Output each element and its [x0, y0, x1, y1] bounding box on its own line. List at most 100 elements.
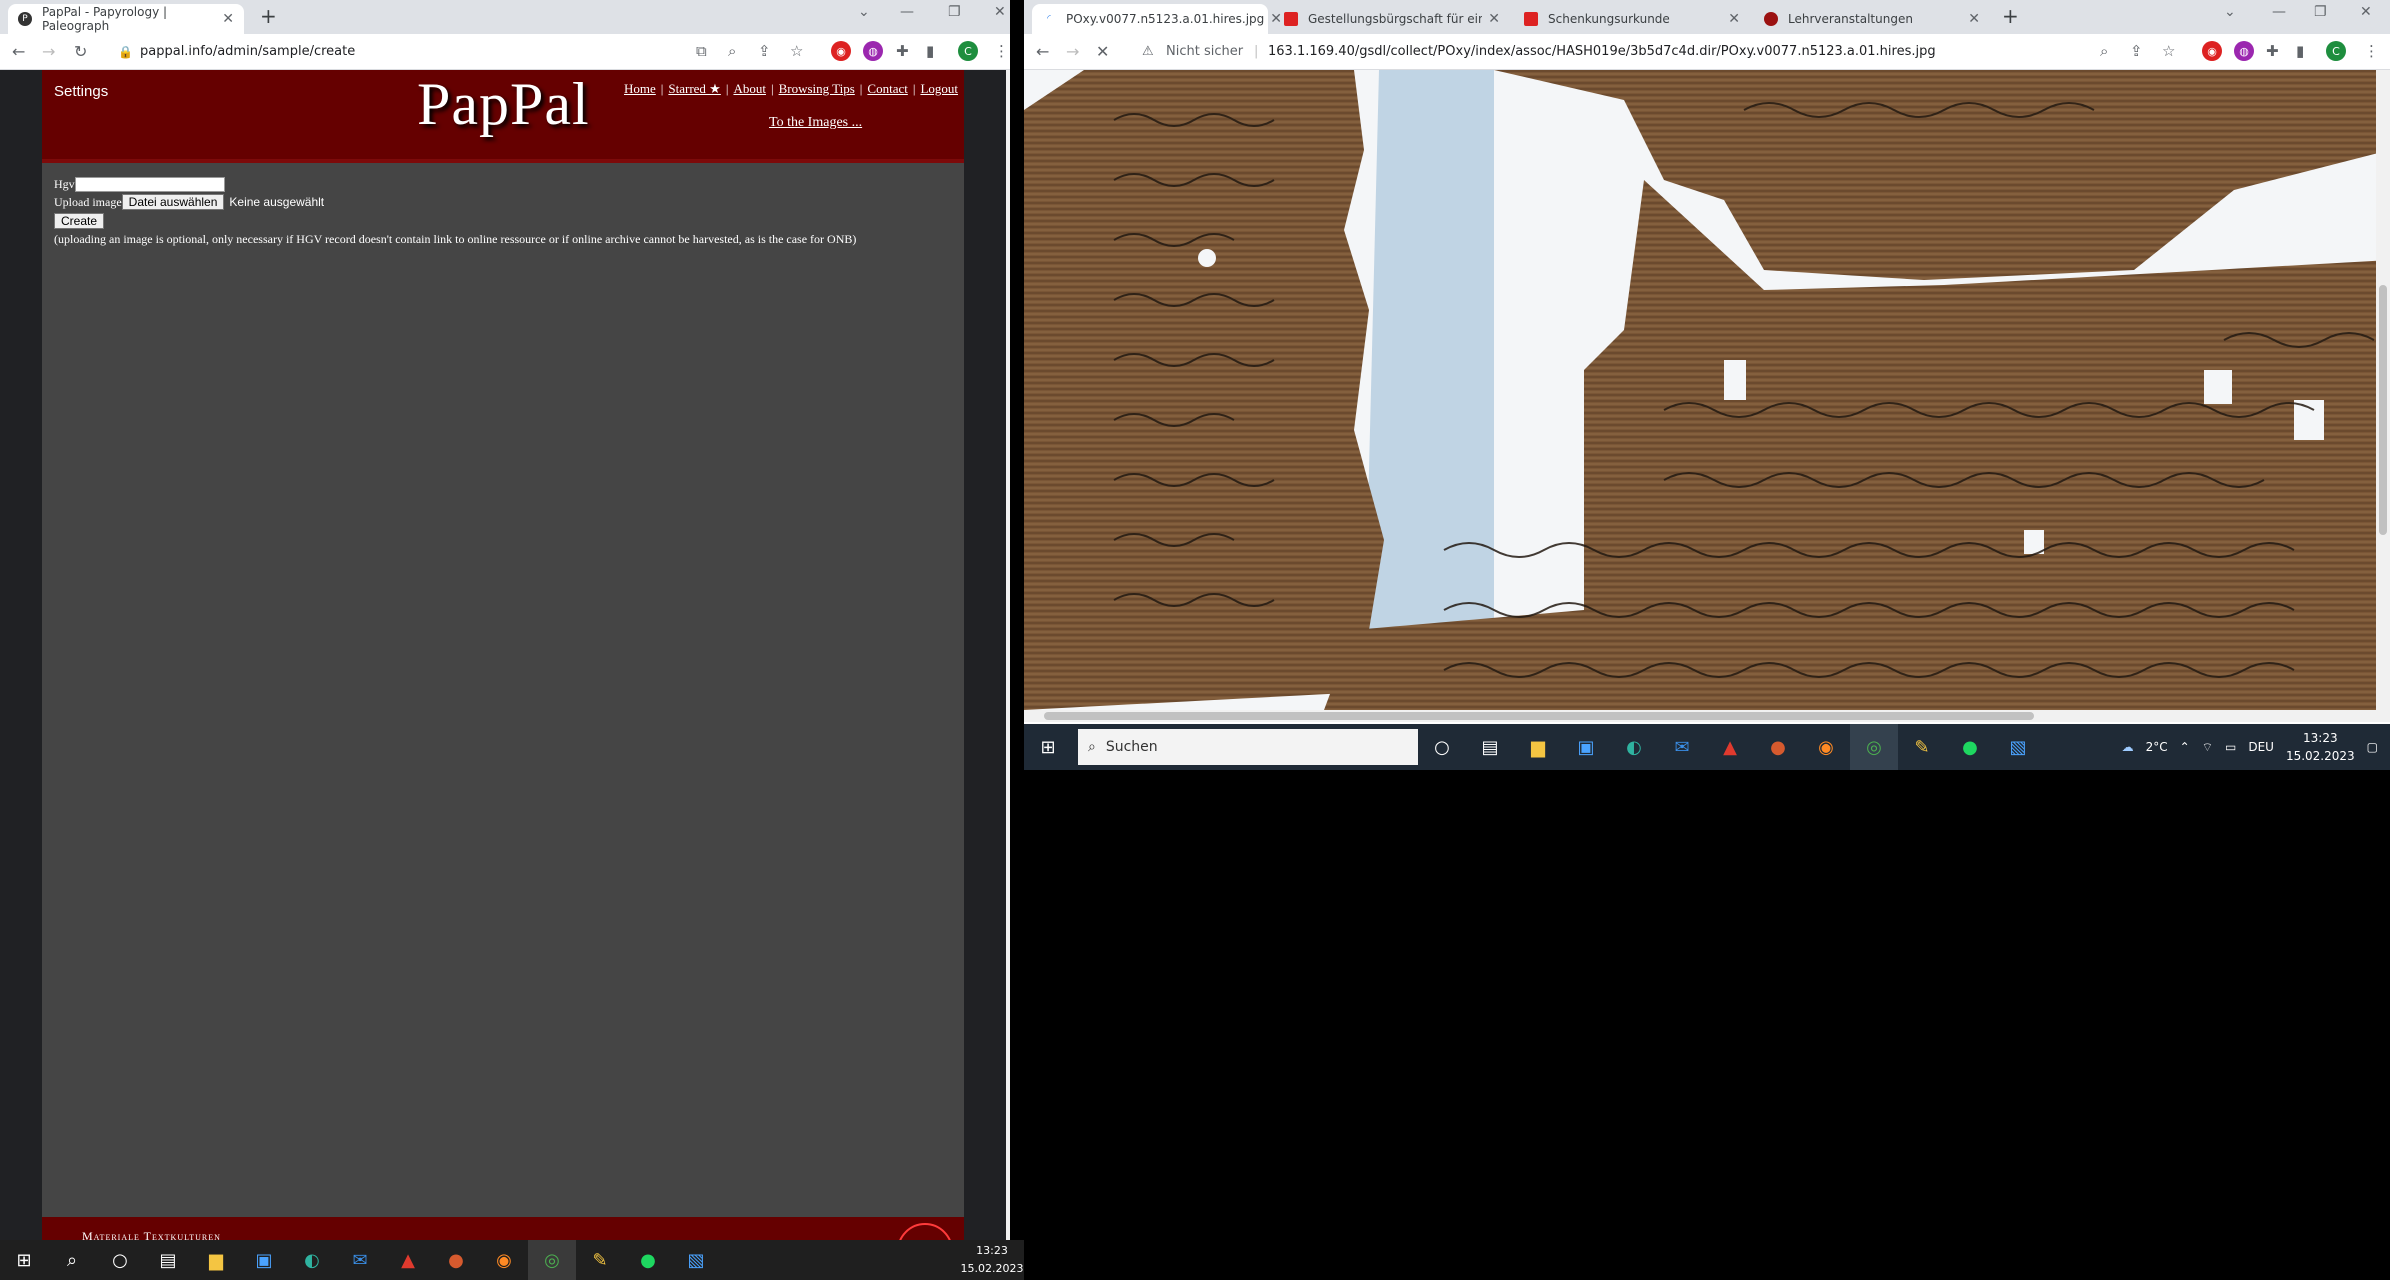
vertical-scrollbar[interactable]: [1006, 70, 1010, 1250]
photos-icon[interactable]: ▧: [1994, 724, 2042, 770]
store-icon[interactable]: ▣: [1562, 724, 1610, 770]
side-panel-icon[interactable]: ▮: [926, 42, 934, 60]
windows-start-icon[interactable]: ⊞: [0, 1240, 48, 1280]
extensions-puzzle-icon[interactable]: ✚: [896, 42, 909, 60]
network-icon[interactable]: ⌔: [2202, 740, 2213, 755]
security-label[interactable]: Nicht sicher: [1166, 44, 1243, 59]
reload-icon[interactable]: ↻: [74, 42, 87, 61]
close-window-button[interactable]: ✕: [994, 4, 1006, 20]
close-window-button[interactable]: ✕: [2360, 4, 2372, 20]
menu-icon[interactable]: ⋮: [2364, 42, 2379, 60]
cortana-icon[interactable]: ○: [1418, 724, 1466, 770]
side-panel-icon[interactable]: ▮: [2296, 42, 2304, 60]
tab-schenkung[interactable]: Schenkungsurkunde ✕: [1514, 4, 1750, 34]
nav-about[interactable]: About: [733, 81, 766, 96]
photos-icon[interactable]: ▧: [672, 1240, 720, 1280]
tab-image[interactable]: ◜ POxy.v0077.n5123.a.01.hires.jpg ✕: [1032, 4, 1282, 34]
url-field[interactable]: 163.1.169.40/gsdl/collect/POxy/index/ass…: [1268, 44, 1936, 59]
translate-icon[interactable]: ⧉: [696, 42, 707, 60]
bookmark-star-icon[interactable]: ☆: [790, 42, 803, 60]
minimize-button[interactable]: —: [2272, 4, 2286, 20]
tab-gestellung[interactable]: Gestellungsbürgschaft für eine N ✕: [1274, 4, 1510, 34]
forward-icon[interactable]: →: [1066, 42, 1079, 61]
store-icon[interactable]: ▣: [240, 1240, 288, 1280]
stop-icon[interactable]: ✕: [1096, 42, 1109, 61]
close-tab-icon[interactable]: ✕: [1968, 11, 1980, 27]
forward-icon[interactable]: →: [42, 42, 55, 61]
spotify-icon[interactable]: ●: [624, 1240, 672, 1280]
vertical-scroll-thumb[interactable]: [2379, 285, 2387, 535]
papyrus-image[interactable]: [1024, 70, 2390, 710]
acrobat-icon[interactable]: ▲: [384, 1240, 432, 1280]
zoom-icon[interactable]: ⌕: [728, 42, 736, 60]
restore-button[interactable]: ❐: [948, 4, 961, 20]
extension-2-icon[interactable]: ◍: [2234, 41, 2254, 61]
left-taskbar-clock[interactable]: 13:23 15.02.2023: [960, 1242, 1024, 1278]
close-tab-icon[interactable]: ✕: [1488, 11, 1500, 27]
restore-button[interactable]: ❐: [2314, 4, 2327, 20]
extension-1-icon[interactable]: ◉: [831, 41, 851, 61]
right-taskbar-clock[interactable]: 13:23 15.02.2023: [2286, 729, 2355, 765]
profile-avatar[interactable]: C: [958, 41, 978, 61]
nav-contact[interactable]: Contact: [867, 81, 907, 96]
chrome-icon[interactable]: ◎: [1850, 724, 1898, 770]
share-icon[interactable]: ⇪: [758, 42, 771, 60]
settings-link[interactable]: Settings: [54, 83, 108, 100]
close-tab-icon[interactable]: ✕: [1728, 11, 1740, 27]
edge-icon[interactable]: ◐: [288, 1240, 336, 1280]
nav-logout[interactable]: Logout: [920, 81, 958, 96]
extension-1-icon[interactable]: ◉: [2202, 41, 2222, 61]
cortana-icon[interactable]: ○: [96, 1240, 144, 1280]
file-explorer-icon[interactable]: ▆: [1514, 724, 1562, 770]
nav-starred[interactable]: Starred ★: [668, 81, 720, 96]
notes-icon[interactable]: ✎: [1898, 724, 1946, 770]
edge-icon[interactable]: ◐: [1610, 724, 1658, 770]
search-icon[interactable]: ⌕: [48, 1240, 96, 1280]
extensions-puzzle-icon[interactable]: ✚: [2266, 42, 2279, 60]
powerpoint-icon[interactable]: ●: [1754, 724, 1802, 770]
profile-avatar[interactable]: C: [2326, 41, 2346, 61]
pappal-logo[interactable]: PapPal: [417, 70, 590, 139]
tab-lehrveranstaltungen[interactable]: Lehrveranstaltungen ✕: [1754, 4, 1990, 34]
nav-home[interactable]: Home: [624, 81, 656, 96]
tab-search-icon[interactable]: ⌄: [858, 4, 870, 20]
chrome-icon[interactable]: ◎: [528, 1240, 576, 1280]
horizontal-scroll-thumb[interactable]: [1044, 712, 2034, 720]
menu-icon[interactable]: ⋮: [994, 42, 1009, 60]
notes-icon[interactable]: ✎: [576, 1240, 624, 1280]
language-indicator[interactable]: DEU: [2248, 740, 2274, 754]
nav-browsing-tips[interactable]: Browsing Tips: [779, 81, 855, 96]
to-the-images-link[interactable]: To the Images ...: [769, 115, 862, 131]
file-explorer-icon[interactable]: ▆: [192, 1240, 240, 1280]
url-field[interactable]: pappal.info/admin/sample/create: [140, 44, 355, 59]
powerpoint-icon[interactable]: ●: [432, 1240, 480, 1280]
weather-temp[interactable]: 2°C: [2146, 740, 2168, 754]
spotify-icon[interactable]: ●: [1946, 724, 1994, 770]
mail-icon[interactable]: ✉: [1658, 724, 1706, 770]
notification-icon[interactable]: ▢: [2367, 740, 2378, 754]
tab-pappal[interactable]: P PapPal - Papyrology | Paleograph ✕: [8, 4, 244, 34]
firefox-icon[interactable]: ◉: [480, 1240, 528, 1280]
horizontal-scrollbar[interactable]: [1024, 710, 2390, 722]
new-tab-button[interactable]: +: [260, 4, 277, 28]
mail-icon[interactable]: ✉: [336, 1240, 384, 1280]
back-icon[interactable]: ←: [1036, 42, 1049, 61]
new-tab-button[interactable]: +: [2002, 4, 2019, 28]
close-tab-icon[interactable]: ✕: [222, 11, 234, 27]
create-button[interactable]: Create: [54, 213, 105, 229]
extension-2-icon[interactable]: ◍: [863, 41, 883, 61]
vertical-scrollbar[interactable]: [2376, 70, 2390, 710]
battery-icon[interactable]: ▭: [2225, 740, 2236, 754]
share-icon[interactable]: ⇪: [2130, 42, 2143, 60]
hgv-input[interactable]: [74, 176, 225, 192]
task-view-icon[interactable]: ▤: [144, 1240, 192, 1280]
bookmark-star-icon[interactable]: ☆: [2162, 42, 2175, 60]
lock-icon[interactable]: 🔒: [118, 45, 133, 59]
zoom-icon[interactable]: ⌕: [2100, 42, 2108, 60]
taskbar-search[interactable]: ⌕ Suchen: [1078, 729, 1418, 765]
choose-file-button[interactable]: Datei auswählen: [121, 194, 225, 210]
back-icon[interactable]: ←: [12, 42, 25, 61]
tab-search-icon[interactable]: ⌄: [2224, 4, 2236, 20]
acrobat-icon[interactable]: ▲: [1706, 724, 1754, 770]
warning-icon[interactable]: ⚠: [1142, 44, 1154, 59]
